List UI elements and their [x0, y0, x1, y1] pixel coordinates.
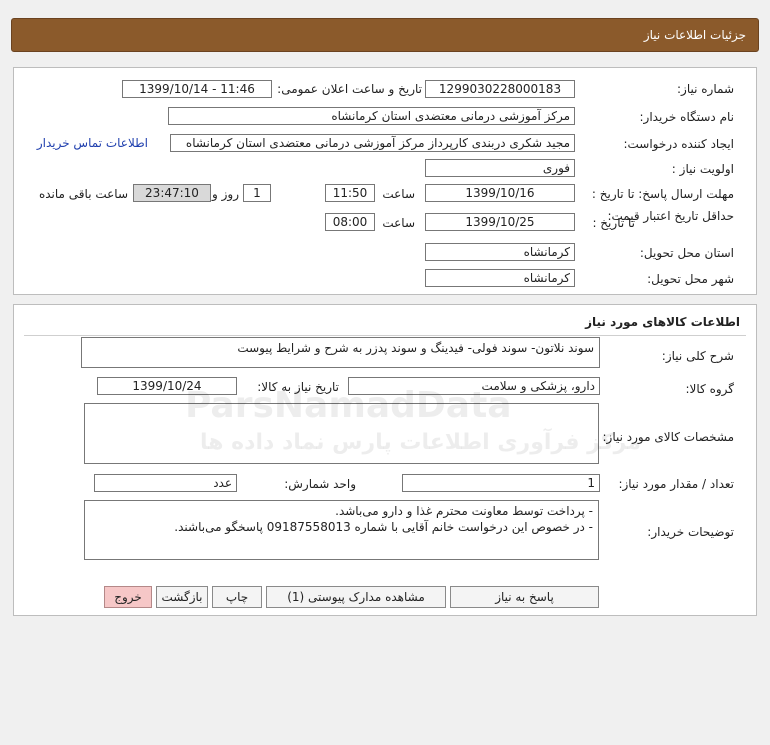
back-button[interactable]: بازگشت	[156, 586, 208, 608]
notes-label: توضیحات خریدار:	[647, 525, 734, 539]
notes-field: - پرداخت توسط معاونت محترم غذا و دارو می…	[84, 500, 599, 560]
validity-date-field: 1399/10/25	[425, 213, 575, 231]
page-title: جزئیات اطلاعات نیاز	[643, 28, 746, 42]
notes-line-1: - پرداخت توسط معاونت محترم غذا و دارو می…	[335, 504, 593, 518]
goods-section-title: اطلاعات کالاهای مورد نیاز	[585, 315, 740, 329]
remaining-time-field: 23:47:10	[133, 184, 211, 202]
buyer-field: مرکز آموزشی درمانی معتضدی استان کرمانشاه	[168, 107, 575, 125]
need-number-label: شماره نیاز:	[677, 82, 734, 96]
announce-label: تاریخ و ساعت اعلان عمومی:	[277, 82, 422, 96]
unit-field: عدد	[94, 474, 237, 492]
priority-label: اولویت نیاز :	[671, 162, 734, 176]
city-label: شهر محل تحویل:	[647, 272, 734, 286]
creator-field: مجید شکری دربندی کارپرداز مرکز آموزشی در…	[170, 134, 575, 152]
section-divider	[24, 335, 746, 336]
deadline-date-field: 1399/10/16	[425, 184, 575, 202]
announce-field: 1399/10/14 - 11:46	[122, 80, 272, 98]
reply-button[interactable]: پاسخ به نیاز	[450, 586, 599, 608]
specs-label: مشخصات کالای مورد نیاز:	[602, 430, 734, 444]
buyer-label: نام دستگاه خریدار:	[639, 110, 735, 124]
need-details-panel	[13, 67, 757, 295]
deadline-time-label: ساعت	[382, 187, 415, 201]
city-field: کرمانشاه	[425, 269, 575, 287]
exit-button[interactable]: خروج	[104, 586, 152, 608]
notes-line-2: - در خصوص این درخواست خانم آقایی با شمار…	[174, 520, 593, 534]
deadline-time-field: 11:50	[325, 184, 375, 202]
qty-field: 1	[402, 474, 600, 492]
creator-label: ایجاد کننده درخواست:	[623, 137, 734, 151]
summary-field: سوند نلاتون- سوند فولی- فیدینگ و سوند پد…	[81, 337, 600, 368]
need-date-label: تاریخ نیاز به کالا:	[257, 380, 339, 394]
deadline-label: مهلت ارسال پاسخ: تا تاریخ :	[591, 187, 734, 201]
days-field: 1	[243, 184, 271, 202]
group-label: گروه کالا:	[685, 382, 735, 396]
province-field: کرمانشاه	[425, 243, 575, 261]
need-number-field: 1299030228000183	[425, 80, 575, 98]
qty-label: تعداد / مقدار مورد نیاز:	[618, 477, 734, 491]
attachments-button[interactable]: مشاهده مدارک پیوستی (1)	[266, 586, 446, 608]
validity-until-label: تا تاریخ :	[592, 216, 635, 230]
specs-field	[84, 403, 599, 464]
validity-time-label: ساعت	[382, 216, 415, 230]
group-field: دارو، پزشکی و سلامت	[348, 377, 600, 395]
buyer-contact-link[interactable]: اطلاعات تماس خریدار	[37, 136, 148, 150]
validity-time-field: 08:00	[325, 213, 375, 231]
priority-field: فوری	[425, 159, 575, 177]
unit-label: واحد شمارش:	[284, 477, 356, 491]
days-label: روز و	[212, 187, 239, 201]
print-button[interactable]: چاپ	[212, 586, 262, 608]
need-date-field: 1399/10/24	[97, 377, 237, 395]
summary-label: شرح کلی نیاز:	[661, 349, 734, 363]
province-label: استان محل تحویل:	[639, 246, 734, 260]
page-header: جزئیات اطلاعات نیاز	[11, 18, 759, 52]
remaining-label: ساعت باقی مانده	[38, 187, 128, 201]
